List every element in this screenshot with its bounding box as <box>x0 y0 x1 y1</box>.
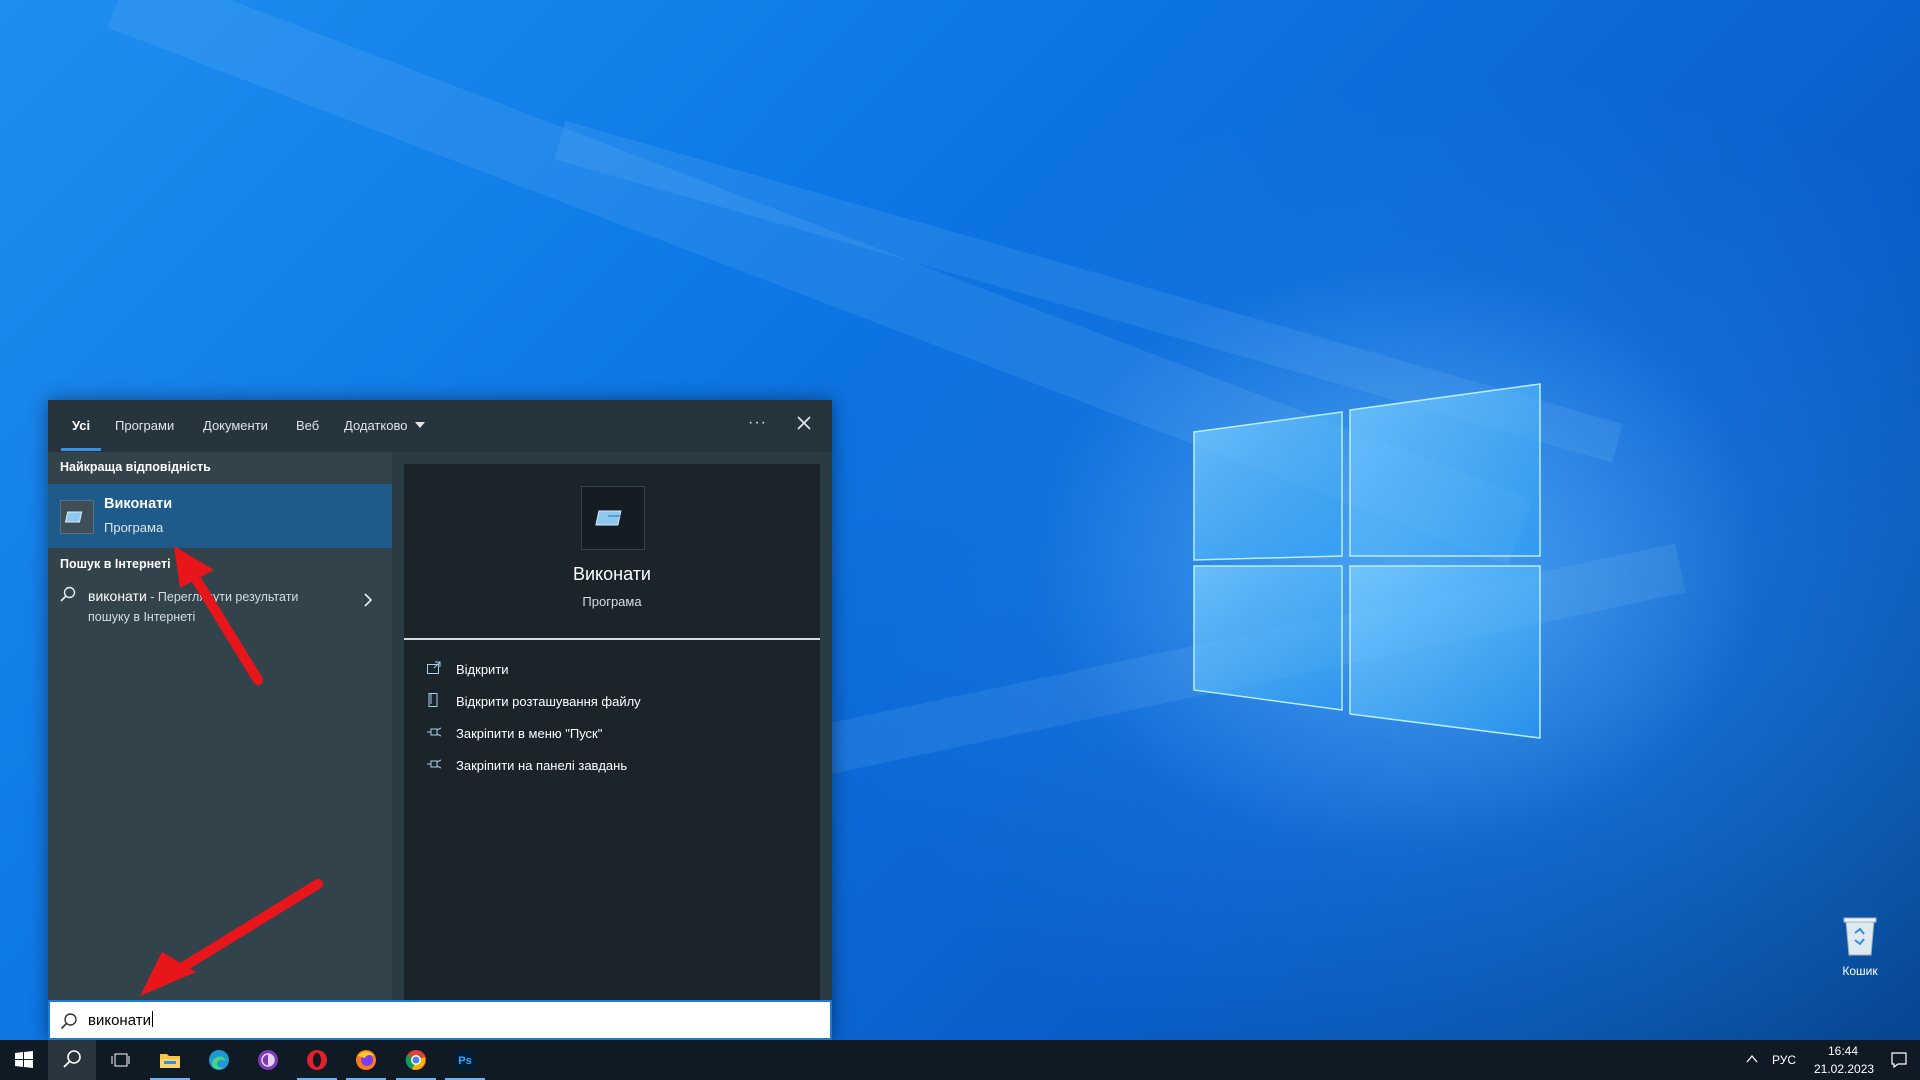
start-button[interactable] <box>0 1040 48 1080</box>
tab-all[interactable]: Усі <box>72 418 90 433</box>
chevron-right-icon[interactable] <box>362 592 374 608</box>
best-match-subtitle: Програма <box>104 520 164 535</box>
system-tray: РУС 16:44 21.02.2023 <box>1720 1040 1920 1080</box>
detail-title: Виконати <box>572 564 651 584</box>
photoshop-icon: Ps <box>455 1050 475 1070</box>
task-view-icon <box>111 1053 130 1067</box>
recycle-bin-label: Кошик <box>1842 964 1878 978</box>
firefox-icon <box>356 1050 376 1070</box>
tor-browser-button[interactable] <box>244 1040 292 1080</box>
file-explorer-button[interactable] <box>146 1040 194 1080</box>
tor-browser-icon <box>258 1050 278 1070</box>
result-details: Виконати Програма Відкрити Відкрити розт… <box>404 464 820 1000</box>
web-search-query: виконати <box>88 588 147 604</box>
chevron-up-icon[interactable] <box>1746 1054 1758 1064</box>
windows-start-icon <box>15 1051 33 1068</box>
open-icon <box>427 661 441 674</box>
run-app-icon <box>60 500 94 534</box>
notification-icon[interactable] <box>1890 1051 1908 1069</box>
best-match-title: Виконати <box>104 496 173 512</box>
tab-web[interactable]: Веб <box>296 418 319 433</box>
search-tabs: Усі Програми Документи Веб Додатково ··· <box>48 400 832 452</box>
pin-icon <box>427 759 442 769</box>
best-match-result[interactable]: Виконати Програма <box>48 484 392 548</box>
tab-more[interactable]: Додатково <box>344 418 426 433</box>
input-language[interactable]: РУС <box>1772 1053 1796 1067</box>
tab-programs[interactable]: Програми <box>115 418 174 433</box>
taskbar-search-button[interactable] <box>48 1040 96 1080</box>
edge-icon <box>209 1050 229 1070</box>
detail-subtitle: Програма <box>582 594 642 609</box>
action-open-label: Відкрити <box>456 662 509 677</box>
task-view-button[interactable] <box>96 1040 144 1080</box>
pin-icon <box>427 727 442 737</box>
results-list: Найкраща відповідність Виконати Програма… <box>48 452 392 1000</box>
recycle-bin[interactable]: Кошик <box>1820 915 1900 978</box>
clock-time[interactable]: 16:44 <box>1828 1044 1858 1058</box>
action-pin-to-taskbar-label: Закріпити на панелі завдань <box>456 758 628 773</box>
photoshop-button[interactable]: Ps <box>441 1040 489 1080</box>
action-pin-to-start[interactable]: Закріпити в меню "Пуск" <box>426 724 786 746</box>
active-tab-indicator <box>61 448 101 451</box>
search-icon <box>60 586 76 602</box>
more-options-button[interactable]: ··· <box>748 414 767 432</box>
text-cursor <box>151 1011 153 1027</box>
chrome-button[interactable] <box>392 1040 440 1080</box>
search-input-value: виконати <box>88 1012 151 1029</box>
file-location-icon <box>428 693 438 707</box>
search-icon <box>60 1013 77 1030</box>
edge-button[interactable] <box>195 1040 243 1080</box>
opera-icon <box>307 1050 327 1070</box>
chrome-icon <box>405 1050 426 1070</box>
detail-divider <box>404 638 820 640</box>
caret-down-icon <box>415 422 426 428</box>
action-open-file-location[interactable]: Відкрити розташування файлу <box>426 692 786 714</box>
action-open[interactable]: Відкрити <box>426 660 786 682</box>
close-icon[interactable] <box>791 410 817 436</box>
search-input[interactable]: виконати <box>48 1000 832 1040</box>
action-open-file-location-label: Відкрити розташування файлу <box>456 694 641 709</box>
action-pin-to-start-label: Закріпити в меню "Пуск" <box>456 726 603 741</box>
search-icon <box>63 1050 81 1068</box>
web-search-result[interactable]: виконати - Переглянути результати пошуку… <box>48 578 392 626</box>
tab-more-label: Додатково <box>344 418 408 433</box>
web-search-text: виконати - Переглянути результати пошуку… <box>88 586 328 627</box>
best-match-heading: Найкраща відповідність <box>60 460 211 474</box>
search-panel: Усі Програми Документи Веб Додатково ···… <box>48 400 832 1040</box>
clock-date[interactable]: 21.02.2023 <box>1814 1062 1874 1076</box>
taskbar: Ps РУС 16:44 21.02.2023 <box>0 1040 1920 1080</box>
action-pin-to-taskbar[interactable]: Закріпити на панелі завдань <box>426 756 786 778</box>
tab-documents[interactable]: Документи <box>203 418 268 433</box>
recycle-bin-icon <box>1843 917 1877 956</box>
opera-button[interactable] <box>293 1040 341 1080</box>
run-app-large-icon <box>581 486 645 550</box>
web-search-heading: Пошук в Інтернеті <box>60 557 171 571</box>
photoshop-label: Ps <box>458 1055 471 1067</box>
file-explorer-icon <box>160 1054 180 1068</box>
firefox-button[interactable] <box>342 1040 390 1080</box>
